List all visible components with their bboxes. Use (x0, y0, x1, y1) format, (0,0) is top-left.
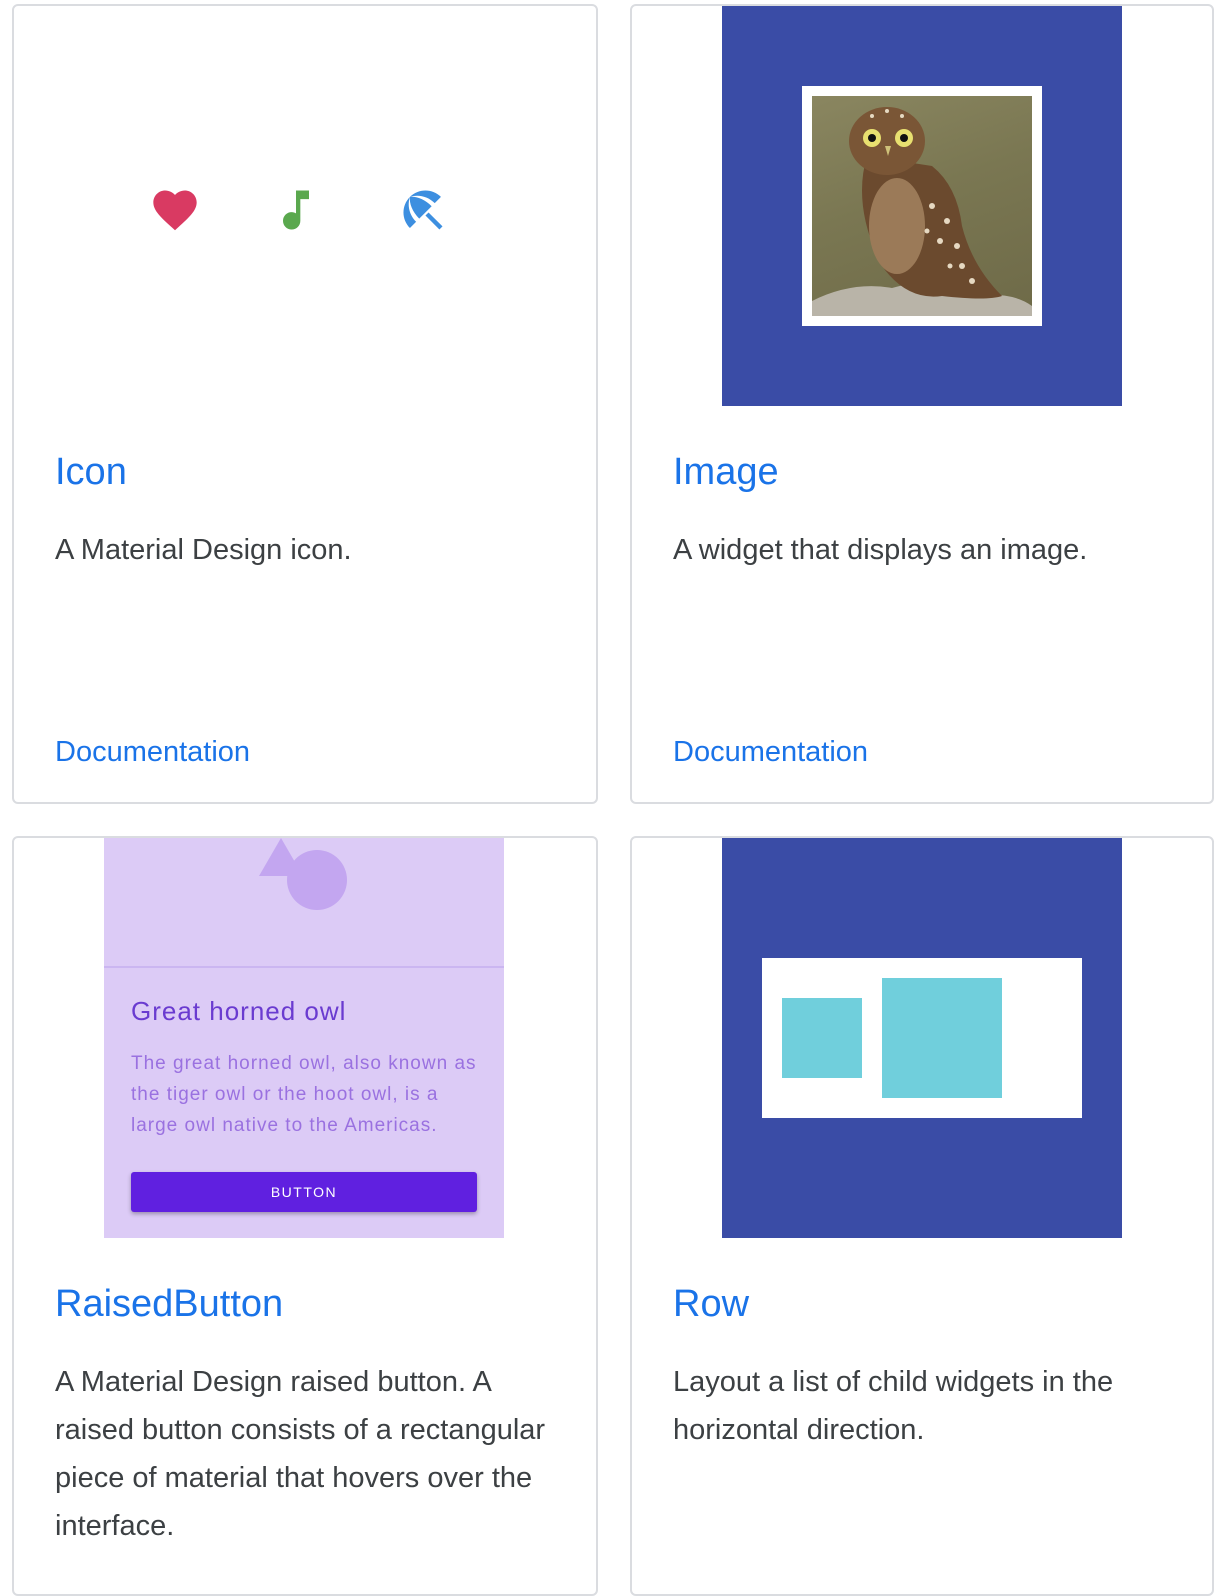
documentation-link[interactable]: Documentation (55, 736, 250, 769)
owl-photo (812, 96, 1032, 316)
preview-card-text: The great horned owl, also known as the … (131, 1053, 477, 1136)
card-description: A Material Design icon. (55, 534, 352, 566)
card-description: A widget that displays an image. (673, 534, 1088, 566)
beach-access-icon (403, 190, 443, 230)
raised-button[interactable]: BUTTON (131, 1172, 477, 1212)
row-child-small (782, 998, 862, 1078)
widget-card-raisedbutton[interactable]: Great horned owl The great horned owl, a… (12, 836, 598, 1596)
card-title: Icon (55, 451, 127, 493)
widget-card-row[interactable]: Row Layout a list of child widgets in th… (630, 836, 1214, 1596)
image-preview (722, 6, 1122, 406)
icon-preview (14, 6, 596, 406)
card-description: Layout a list of child widgets in the ho… (673, 1366, 1114, 1446)
preview-card-title: Great horned owl (131, 996, 347, 1026)
card-title: Row (673, 1283, 750, 1325)
widget-card-icon[interactable]: Icon A Material Design icon. Documentati… (12, 4, 598, 804)
shapes-icon (259, 838, 347, 910)
image-frame (802, 86, 1042, 326)
row-preview (722, 838, 1122, 1238)
heart-icon (153, 190, 197, 231)
divider (104, 966, 504, 968)
widget-card-image[interactable]: Image A widget that displays an image. D… (630, 4, 1214, 804)
music-note-icon (283, 190, 309, 230)
raisedbutton-preview: Great horned owl The great horned owl, a… (104, 838, 504, 1238)
card-description: A Material Design raised button. A raise… (55, 1366, 546, 1542)
row-child-large (882, 978, 1002, 1098)
row-container (762, 958, 1082, 1118)
card-title: Image (673, 451, 779, 493)
documentation-link[interactable]: Documentation (673, 736, 868, 769)
card-title: RaisedButton (55, 1283, 284, 1325)
